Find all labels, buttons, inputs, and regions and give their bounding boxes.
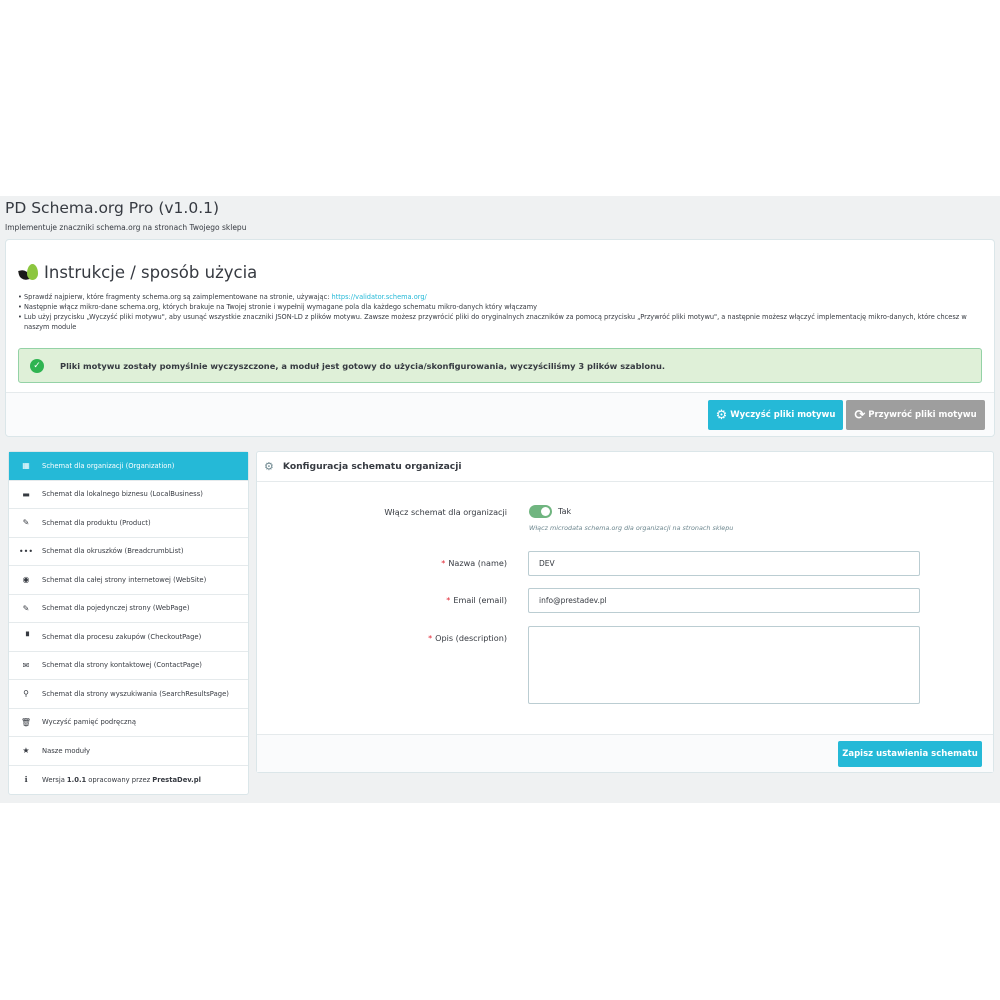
sidebar-item-breadcrumblist[interactable]: ••• Schemat dla okruszków (BreadcrumbList… (9, 538, 248, 566)
gear-icon: ⚙ (715, 407, 728, 423)
success-alert: ✓ Pliki motywu zostały pomyślnie wyczysz… (18, 348, 982, 383)
cart-icon: ▝ (22, 632, 30, 642)
star-icon: ★ (22, 746, 30, 756)
sidebar-version-info: ℹ Wersja 1.0.1 opracowany przez PrestaDe… (9, 766, 248, 795)
validator-link[interactable]: https://validator.schema.org/ (332, 293, 427, 301)
clear-theme-files-button[interactable]: ⚙ Wyczyść pliki motywu (708, 400, 843, 430)
description-label: * Opis (description) (428, 633, 507, 643)
page-title: PD Schema.org Pro (v1.0.1) (5, 199, 220, 217)
config-footer: Zapisz ustawienia schematu (257, 734, 993, 772)
trash-icon: 🗑 (20, 717, 32, 727)
sidebar-item-product[interactable]: ✎ Schemat dla produktu (Product) (9, 509, 248, 538)
refresh-icon: ⟳ (854, 407, 866, 423)
switch-value-label: Tak (558, 507, 572, 516)
version-number: 1.0.1 (66, 775, 87, 784)
instruction-item: Sprawdź najpierw, które fragmenty schema… (18, 292, 983, 302)
sidebar-item-organization[interactable]: ▦ Schemat dla organizacji (Organization) (9, 452, 248, 481)
restore-theme-files-button[interactable]: ⟳ Przywróć pliki motywu (846, 400, 985, 430)
email-label: * Email (email) (446, 595, 507, 605)
info-icon: ℹ (24, 775, 28, 785)
instructions-title: Instrukcje / sposób użycia (44, 262, 258, 282)
email-input[interactable]: info@prestadev.pl (528, 588, 920, 613)
page-subtitle: Implementuje znaczniki schema.org na str… (5, 223, 247, 232)
sidebar-item-clear-cache[interactable]: 🗑 Wyczyść pamięć podręczną (9, 709, 248, 737)
config-title: Konfiguracja schematu organizacji (282, 461, 462, 472)
sidebar-item-website[interactable]: ◉ Schemat dla całej strony internetowej (… (9, 566, 248, 595)
name-input[interactable]: DEV (528, 551, 920, 576)
enable-help-text: Włącz microdata schema.org dla organizac… (529, 524, 734, 532)
instruction-item: Lub użyj przycisku „Wyczyść pliki motywu… (18, 312, 983, 332)
sidebar-item-localbusiness[interactable]: ▬ Schemat dla lokalnego biznesu (LocalBus… (9, 481, 248, 509)
sidebar-item-searchresultspage[interactable]: ⚲ Schemat dla strony wyszukiwania (Search… (9, 680, 248, 709)
sidebar-item-checkoutpage[interactable]: ▝ Schemat dla procesu zakupów (CheckoutPa… (9, 623, 248, 652)
ellipsis-icon: ••• (18, 546, 34, 556)
success-alert-text: Pliki motywu zostały pomyślnie wyczyszcz… (60, 360, 666, 371)
instructions-footer: ⚙ Wyczyść pliki motywu ⟳ Przywróć pliki … (6, 392, 994, 436)
briefcase-icon: ▬ (22, 489, 30, 499)
description-textarea[interactable] (528, 626, 920, 704)
enable-organization-switch[interactable] (529, 505, 552, 518)
globe-icon: ◉ (22, 575, 30, 585)
instruction-item: Następnie włącz mikro-dane schema.org, k… (18, 302, 983, 312)
check-circle-icon: ✓ (30, 358, 44, 373)
name-label: * Nazwa (name) (441, 558, 507, 568)
instructions-panel: Instrukcje / sposób użycia Sprawdź najpi… (5, 239, 995, 437)
config-header: ⚙ Konfiguracja schematu organizacji (257, 452, 993, 482)
sidebar-item-our-modules[interactable]: ★ Nasze moduły (9, 737, 248, 766)
instructions-header: Instrukcje / sposób użycia (18, 262, 257, 282)
sidebar-item-webpage[interactable]: ✎ Schemat dla pojedynczej strony (WebPage… (9, 595, 248, 623)
save-schema-settings-button[interactable]: Zapisz ustawienia schematu (838, 741, 982, 767)
instructions-list: Sprawdź najpierw, które fragmenty schema… (18, 292, 983, 332)
building-icon: ▦ (22, 461, 30, 471)
envelope-icon: ✉ (22, 660, 30, 670)
pencil-icon: ✎ (22, 518, 30, 528)
pencil-icon: ✎ (22, 603, 30, 613)
module-logo-icon (18, 262, 40, 282)
author-name: PrestaDev.pl (152, 775, 201, 784)
config-panel: ⚙ Konfiguracja schematu organizacji Włąc… (256, 451, 994, 773)
gears-icon: ⚙ (264, 460, 274, 473)
schema-sidebar: ▦ Schemat dla organizacji (Organization) … (8, 451, 249, 795)
sidebar-item-contactpage[interactable]: ✉ Schemat dla strony kontaktowej (Contact… (9, 652, 248, 680)
search-icon: ⚲ (23, 689, 29, 699)
module-config-page: PD Schema.org Pro (v1.0.1) Implementuje … (0, 196, 1000, 803)
enable-organization-label: Włącz schemat dla organizacji (384, 507, 507, 517)
